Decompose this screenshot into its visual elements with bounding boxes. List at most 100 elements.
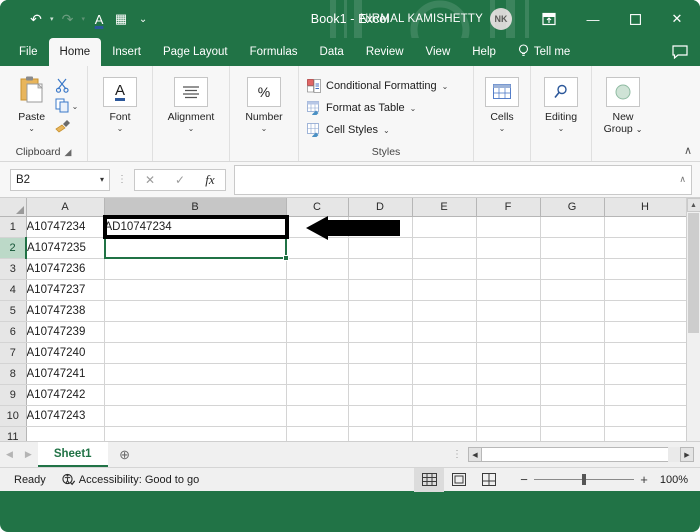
zoom-slider-thumb[interactable] xyxy=(582,474,586,485)
cell-A8[interactable]: A10747241 xyxy=(26,363,105,385)
fill-handle[interactable] xyxy=(283,255,289,261)
cell-C4[interactable] xyxy=(286,279,349,301)
minimize-button[interactable]: — xyxy=(572,0,614,38)
comments-button[interactable] xyxy=(666,38,700,66)
cell-H9[interactable] xyxy=(604,384,687,406)
cell-C5[interactable] xyxy=(286,300,349,322)
cell-A3[interactable]: A10747236 xyxy=(26,258,105,280)
format-painter-button[interactable] xyxy=(55,116,71,135)
row-header-3[interactable]: 3 xyxy=(0,258,27,280)
vertical-scrollbar-thumb[interactable] xyxy=(688,213,699,333)
page-break-preview-button[interactable] xyxy=(474,468,504,492)
copy-dropdown-icon[interactable]: ⌄ xyxy=(72,102,79,111)
format-as-table-button[interactable]: Format as Table ⌄ xyxy=(307,98,473,118)
cell-D1[interactable] xyxy=(348,216,413,238)
cell-D10[interactable] xyxy=(348,405,413,427)
cell-D4[interactable] xyxy=(348,279,413,301)
column-header-G[interactable]: G xyxy=(540,198,605,217)
row-header-1[interactable]: 1 xyxy=(0,216,27,238)
cell-E1[interactable] xyxy=(412,216,477,238)
cell-F2[interactable] xyxy=(476,237,541,259)
cell-E7[interactable] xyxy=(412,342,477,364)
cell-E10[interactable] xyxy=(412,405,477,427)
cell-E6[interactable] xyxy=(412,321,477,343)
cell-B7[interactable] xyxy=(104,342,287,364)
row-header-8[interactable]: 8 xyxy=(0,363,27,385)
expand-formula-bar-button[interactable]: ∧ xyxy=(679,174,686,185)
cell-G3[interactable] xyxy=(540,258,605,280)
cell-D11[interactable] xyxy=(348,426,413,441)
tab-help[interactable]: Help xyxy=(461,38,507,66)
row-header-7[interactable]: 7 xyxy=(0,342,27,364)
cell-G4[interactable] xyxy=(540,279,605,301)
name-box[interactable]: B2 ▾ xyxy=(10,168,110,191)
cell-E8[interactable] xyxy=(412,363,477,385)
cell-C10[interactable] xyxy=(286,405,349,427)
avatar[interactable]: NK xyxy=(490,8,512,30)
cell-H7[interactable] xyxy=(604,342,687,364)
cut-button[interactable] xyxy=(55,76,70,95)
editing-dropdown-icon[interactable]: ⌄ xyxy=(558,124,565,133)
scrollbar-resize-handle[interactable]: ⋮ xyxy=(446,442,468,467)
tab-data[interactable]: Data xyxy=(309,38,355,66)
cell-B2[interactable] xyxy=(104,237,287,259)
cell-F8[interactable] xyxy=(476,363,541,385)
new-group-button[interactable]: New Group ⌄ xyxy=(592,69,654,135)
clipboard-dialog-launcher[interactable]: ◢ xyxy=(65,147,72,158)
cell-C1[interactable] xyxy=(286,216,349,238)
cell-H3[interactable] xyxy=(604,258,687,280)
tab-formulas[interactable]: Formulas xyxy=(239,38,309,66)
cell-B5[interactable] xyxy=(104,300,287,322)
format-as-table-dropdown-icon[interactable]: ⌄ xyxy=(410,104,417,113)
number-button[interactable]: % Number ⌄ xyxy=(230,69,298,133)
cell-styles-button[interactable]: Cell Styles ⌄ xyxy=(307,120,473,140)
cell-B6[interactable] xyxy=(104,321,287,343)
cell-D6[interactable] xyxy=(348,321,413,343)
cell-D5[interactable] xyxy=(348,300,413,322)
column-header-D[interactable]: D xyxy=(348,198,413,217)
formula-bar-handle[interactable]: ⋮ xyxy=(110,174,134,185)
cell-H6[interactable] xyxy=(604,321,687,343)
maximize-button[interactable] xyxy=(614,0,656,38)
cell-H1[interactable] xyxy=(604,216,687,238)
account-name[interactable]: NIRMAL KAMISHETTY xyxy=(360,13,483,25)
alignment-button[interactable]: Alignment ⌄ xyxy=(153,69,229,133)
cell-G7[interactable] xyxy=(540,342,605,364)
zoom-out-button[interactable]: − xyxy=(514,472,534,487)
cell-B10[interactable] xyxy=(104,405,287,427)
cell-C11[interactable] xyxy=(286,426,349,441)
column-header-B[interactable]: B xyxy=(104,198,287,217)
scroll-up-button[interactable]: ▲ xyxy=(686,198,700,212)
cells-dropdown-icon[interactable]: ⌄ xyxy=(499,124,506,133)
column-header-E[interactable]: E xyxy=(412,198,477,217)
cell-A10[interactable]: A10747243 xyxy=(26,405,105,427)
tab-insert[interactable]: Insert xyxy=(101,38,152,66)
sheet-tab-sheet1[interactable]: Sheet1 xyxy=(37,442,108,467)
cell-A2[interactable]: A10747235 xyxy=(26,237,105,259)
normal-view-button[interactable] xyxy=(414,467,444,492)
undo-icon[interactable]: ↶ xyxy=(26,6,46,32)
cell-C9[interactable] xyxy=(286,384,349,406)
row-header-4[interactable]: 4 xyxy=(0,279,27,301)
cell-H4[interactable] xyxy=(604,279,687,301)
row-header-5[interactable]: 5 xyxy=(0,300,27,322)
number-dropdown-icon[interactable]: ⌄ xyxy=(261,124,268,133)
cell-D7[interactable] xyxy=(348,342,413,364)
column-header-C[interactable]: C xyxy=(286,198,349,217)
cell-F9[interactable] xyxy=(476,384,541,406)
cells-button[interactable]: Cells ⌄ xyxy=(474,69,530,133)
horizontal-scrollbar[interactable]: ◀ ▶ xyxy=(468,442,700,467)
tab-view[interactable]: View xyxy=(415,38,462,66)
cell-C7[interactable] xyxy=(286,342,349,364)
font-button[interactable]: A Font ⌄ xyxy=(88,69,152,133)
cell-A4[interactable]: A10747237 xyxy=(26,279,105,301)
tab-file[interactable]: File xyxy=(8,38,49,66)
paste-dropdown-icon[interactable]: ⌄ xyxy=(28,124,35,133)
undo-dropdown-icon[interactable]: ▾ xyxy=(48,15,56,23)
ribbon-display-options-icon[interactable] xyxy=(526,0,572,38)
column-header-A[interactable]: A xyxy=(26,198,105,217)
cell-A1[interactable]: A10747234 xyxy=(26,216,105,238)
cell-G1[interactable] xyxy=(540,216,605,238)
zoom-slider[interactable] xyxy=(534,474,634,485)
cell-G10[interactable] xyxy=(540,405,605,427)
